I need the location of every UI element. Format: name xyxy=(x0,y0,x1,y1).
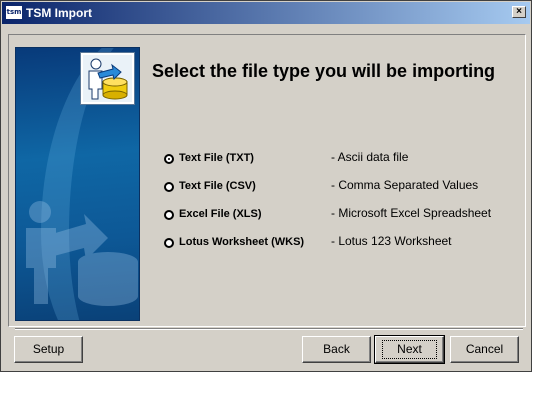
title-bar[interactable]: tsm TSM Import × xyxy=(2,2,530,24)
window-title: TSM Import xyxy=(26,6,92,20)
wizard-content: Select the file type you will be importi… xyxy=(8,34,526,327)
close-button[interactable]: × xyxy=(512,6,526,18)
tsm-app-icon: tsm xyxy=(6,6,22,19)
wizard-side-banner xyxy=(15,47,140,321)
radio-lotus-wks[interactable] xyxy=(164,238,174,248)
tsm-import-dialog: tsm TSM Import × Select the file type yo… xyxy=(0,0,532,372)
radio-text-txt[interactable] xyxy=(164,154,174,164)
import-person-database-icon xyxy=(80,52,135,105)
button-separator xyxy=(15,328,523,330)
radio-excel-xls[interactable] xyxy=(164,210,174,220)
option-label[interactable]: Excel File (XLS) xyxy=(179,208,262,220)
back-button[interactable]: Back xyxy=(302,336,371,363)
option-description: - Microsoft Excel Spreadsheet xyxy=(331,206,492,220)
page-heading: Select the file type you will be importi… xyxy=(152,61,496,81)
cancel-button[interactable]: Cancel xyxy=(450,336,519,363)
person-database-silhouette-icon xyxy=(26,201,138,306)
option-label[interactable]: Text File (TXT) xyxy=(179,152,254,164)
next-button[interactable]: Next xyxy=(374,335,445,364)
radio-text-csv[interactable] xyxy=(164,182,174,192)
next-button-label[interactable]: Next xyxy=(382,340,437,359)
option-description: - Comma Separated Values xyxy=(331,178,479,192)
option-description: - Lotus 123 Worksheet xyxy=(331,234,452,248)
option-label[interactable]: Text File (CSV) xyxy=(179,180,256,192)
setup-button[interactable]: Setup xyxy=(14,336,83,363)
option-description: - Ascii data file xyxy=(331,150,409,164)
option-label[interactable]: Lotus Worksheet (WKS) xyxy=(179,236,304,248)
